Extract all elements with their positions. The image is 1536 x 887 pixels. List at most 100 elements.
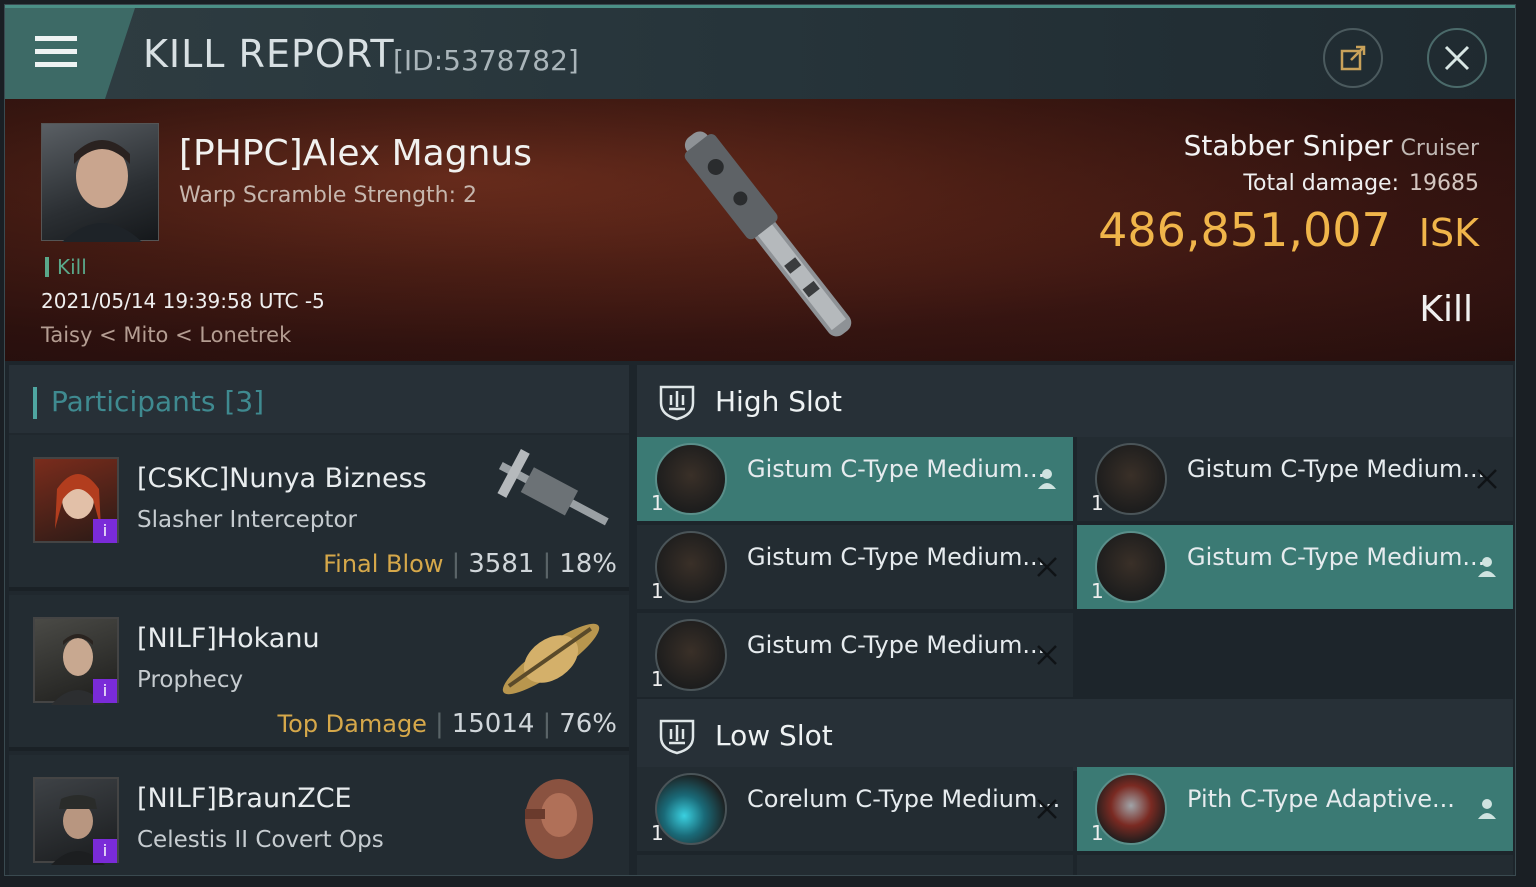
participant-ship: Celestis II Covert Ops bbox=[137, 827, 384, 853]
close-button[interactable] bbox=[1427, 28, 1487, 88]
participant-ship-image bbox=[502, 623, 600, 695]
victim-portrait[interactable] bbox=[41, 123, 159, 242]
participant-stats: Final Blow | 3581 | 18% bbox=[323, 549, 617, 579]
fitting-panel: High Slot 1 Gistum C-Type Medium... 1 Gi… bbox=[637, 365, 1513, 875]
item-name: Gistum C-Type Medium... bbox=[747, 631, 1046, 659]
slot-item[interactable]: 1 Gistum C-Type Medium... bbox=[637, 613, 1073, 697]
total-damage: Total damage: 19685 bbox=[1243, 171, 1479, 196]
item-quantity: 1 bbox=[1091, 821, 1104, 845]
participants-title: Participants [3] bbox=[51, 385, 264, 418]
close-icon bbox=[1444, 45, 1470, 71]
slot-item[interactable]: 1 Corelum C-Type Medium... bbox=[637, 767, 1073, 851]
person-icon bbox=[1478, 557, 1496, 577]
ship-name-text: Stabber Sniper bbox=[1183, 129, 1393, 162]
participant-ship: Prophecy bbox=[137, 667, 244, 693]
participants-label: Participants bbox=[51, 385, 216, 418]
participant-name[interactable]: [NILF]Hokanu bbox=[137, 623, 320, 654]
participant-row[interactable]: i [CSKC]Nunya Bizness Slasher Intercepto… bbox=[9, 435, 629, 591]
slot-item[interactable]: 1 Pith C-Type Adaptive... bbox=[1077, 767, 1513, 851]
participant-percent: 18% bbox=[559, 549, 617, 579]
armor-plate-icon bbox=[1095, 773, 1167, 845]
header-accent-bar bbox=[33, 387, 37, 419]
result-label: Kill bbox=[1419, 289, 1473, 330]
isk-amount: 486,851,007 bbox=[1098, 203, 1391, 257]
isk-value: 486,851,007 ISK bbox=[1098, 203, 1479, 257]
victim-ship-name[interactable]: Stabber Sniper Cruiser bbox=[1184, 129, 1479, 162]
ship-class: Cruiser bbox=[1400, 136, 1479, 161]
person-icon bbox=[1038, 469, 1056, 489]
person-icon bbox=[1478, 799, 1496, 819]
turret-icon bbox=[655, 443, 727, 515]
participant-row[interactable]: i [NILF]BraunZCE Celestis II Covert Ops bbox=[9, 755, 629, 875]
victim-banner: [PHPC]Alex Magnus Warp Scramble Strength… bbox=[5, 99, 1515, 361]
participant-ship: Slasher Interceptor bbox=[137, 507, 357, 533]
report-id: [ID:5378782] bbox=[393, 44, 579, 77]
page-title: KILL REPORT bbox=[143, 32, 395, 76]
menu-button[interactable] bbox=[5, 8, 135, 99]
high-slot-title: High Slot bbox=[715, 385, 842, 418]
participant-name[interactable]: [CSKC]Nunya Bizness bbox=[137, 463, 427, 494]
capacitor-icon bbox=[655, 773, 727, 845]
slot-item[interactable]: 1 Gistum C-Type Medium... bbox=[637, 525, 1073, 609]
share-icon bbox=[1340, 45, 1366, 71]
slot-item[interactable]: 1 Gistum C-Type Medium... bbox=[1077, 437, 1513, 521]
item-name: Pith C-Type Adaptive... bbox=[1187, 785, 1455, 813]
item-quantity: 1 bbox=[1091, 491, 1104, 515]
item-quantity: 1 bbox=[651, 667, 664, 691]
participants-panel: Participants [3] i [CSKC]Nunya Bizness S… bbox=[9, 365, 629, 875]
kill-tag: Kill bbox=[45, 257, 87, 277]
low-slot-title: Low Slot bbox=[715, 719, 833, 752]
info-badge[interactable]: i bbox=[93, 679, 117, 703]
victim-name[interactable]: [PHPC]Alex Magnus bbox=[179, 133, 532, 174]
slot-item[interactable]: 1 Gistum C-Type Medium... bbox=[637, 437, 1073, 521]
kill-report-window: KILL REPORT [ID:5378782] [PHPC]Alex Magn… bbox=[4, 4, 1516, 876]
slot-item-partial[interactable] bbox=[637, 855, 1073, 875]
participants-count: [3] bbox=[224, 385, 265, 418]
x-icon bbox=[1037, 645, 1057, 665]
turret-icon bbox=[1095, 531, 1167, 603]
info-badge[interactable]: i bbox=[93, 519, 117, 543]
item-quantity: 1 bbox=[651, 491, 664, 515]
x-icon bbox=[1037, 799, 1057, 819]
item-name: Gistum C-Type Medium... bbox=[1187, 455, 1486, 483]
participant-damage: 3581 bbox=[468, 549, 535, 579]
victim-ship-image bbox=[684, 131, 852, 337]
low-slot-header: Low Slot bbox=[637, 699, 1513, 771]
total-damage-value: 19685 bbox=[1409, 171, 1479, 196]
participant-stats: Top Damage | 15014 | 76% bbox=[277, 709, 617, 739]
participant-ship-image bbox=[497, 449, 609, 526]
participant-percent: 76% bbox=[559, 709, 617, 739]
high-slot-header: High Slot bbox=[637, 365, 1513, 437]
kill-datetime: 2021/05/14 19:39:58 UTC -5 bbox=[41, 289, 325, 313]
isk-unit: ISK bbox=[1418, 211, 1479, 255]
item-quantity: 1 bbox=[1091, 579, 1104, 603]
turret-icon bbox=[655, 531, 727, 603]
title-bar: KILL REPORT [ID:5378782] bbox=[5, 5, 1515, 99]
total-damage-label: Total damage: bbox=[1243, 171, 1399, 196]
item-quantity: 1 bbox=[651, 821, 664, 845]
x-icon bbox=[1037, 557, 1057, 577]
kill-location[interactable]: Taisy < Mito < Lonetrek bbox=[41, 323, 291, 347]
slot-item[interactable]: 1 Gistum C-Type Medium... bbox=[1077, 525, 1513, 609]
hamburger-icon bbox=[35, 36, 77, 70]
portrait-face-icon bbox=[62, 140, 142, 242]
top-damage-label: Top Damage bbox=[277, 710, 427, 738]
high-slot-icon bbox=[659, 385, 695, 421]
item-quantity: 1 bbox=[651, 579, 664, 603]
slot-item-partial[interactable] bbox=[1077, 855, 1513, 875]
participant-damage: 15014 bbox=[451, 709, 535, 739]
item-name: Gistum C-Type Medium... bbox=[747, 455, 1046, 483]
info-badge[interactable]: i bbox=[93, 839, 117, 863]
participant-ship-image bbox=[525, 779, 593, 859]
share-button[interactable] bbox=[1323, 28, 1383, 88]
low-slot-icon bbox=[659, 719, 695, 755]
item-name: Gistum C-Type Medium... bbox=[747, 543, 1046, 571]
turret-icon bbox=[655, 619, 727, 691]
item-name: Gistum C-Type Medium... bbox=[1187, 543, 1486, 571]
participant-name[interactable]: [NILF]BraunZCE bbox=[137, 783, 352, 814]
item-name: Corelum C-Type Medium... bbox=[747, 785, 1061, 813]
participant-row[interactable]: i [NILF]Hokanu Prophecy Top Damage | 15014… bbox=[9, 595, 629, 751]
final-blow-label: Final Blow bbox=[323, 550, 444, 578]
warp-scramble-strength: Warp Scramble Strength: 2 bbox=[179, 183, 478, 208]
participants-header: Participants [3] bbox=[9, 365, 629, 433]
